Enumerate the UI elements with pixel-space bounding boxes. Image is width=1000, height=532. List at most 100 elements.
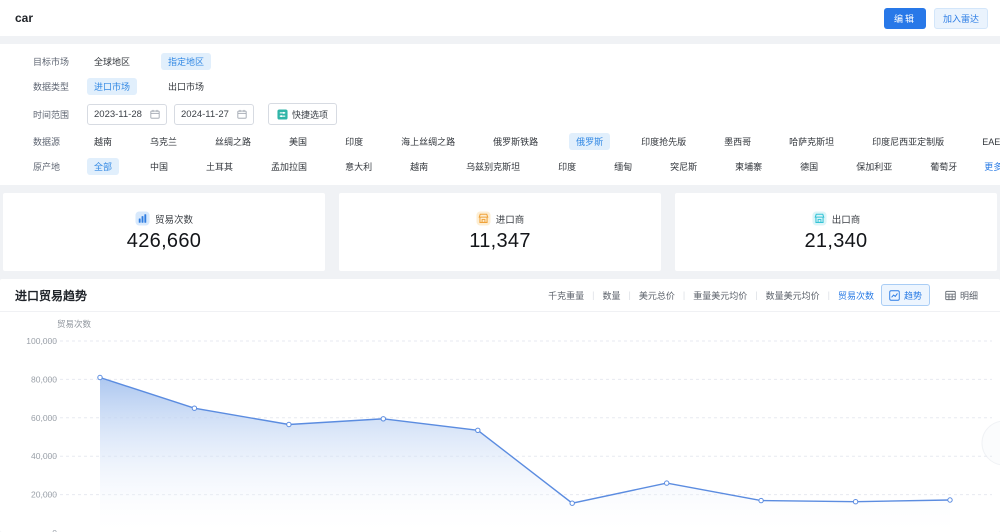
data-point[interactable] (569, 500, 575, 506)
importers-card: 进口商 11,347 (339, 193, 661, 271)
stat-label: 贸易次数 (154, 214, 193, 226)
floating-widget[interactable] (981, 420, 1000, 466)
metric-toggle[interactable]: 美元总价 (639, 289, 675, 302)
data-type-options: 进口市场 出口市场 (87, 78, 211, 95)
data-point[interactable] (664, 480, 670, 486)
area-fill (100, 377, 950, 532)
metric-toggle[interactable]: 千克重量 (548, 289, 584, 302)
filter-option[interactable]: 墨西哥 (717, 133, 758, 150)
filter-option[interactable]: 海上丝绸之路 (394, 133, 462, 150)
filter-option[interactable]: 全球地区 (87, 53, 137, 70)
metric-toggle-bar: 千克重量 | 数量 | 美元总价 | 重量美元均价 | 数量美元均价 | 贸易次数 (548, 289, 874, 302)
top-bar: car 编辑 加入雷达 (0, 0, 1000, 36)
metric-separator: | (827, 290, 830, 300)
y-tick-label: 20,000 (31, 490, 57, 500)
data-source-options: 越南 乌克兰 丝绸之路 美国 印度 海上丝绸之路 俄罗斯铁路 俄罗斯 印度抢先版 墨西哥 哈萨克斯坦… (87, 133, 1000, 150)
data-point[interactable] (191, 405, 198, 411)
filter-option[interactable]: 意大利 (338, 158, 379, 175)
exporters-value: 21,340 (804, 230, 868, 252)
calendar-icon (150, 109, 160, 119)
filter-option[interactable]: 柬埔寨 (728, 158, 769, 175)
filter-option[interactable]: 乌兹别克斯坦 (459, 158, 527, 175)
more-label: 更多 (984, 162, 1000, 172)
y-tick-label: 0 (52, 528, 57, 532)
trades-count-value: 426,660 (126, 230, 202, 252)
end-date-input[interactable]: 2024-11-27 (174, 103, 254, 125)
y-tick-label: 40,000 (31, 451, 57, 461)
origin-options: 全部 中国 土耳其 孟加拉国 意大利 越南 乌兹别克斯坦 印度 缅甸 突尼斯 柬埔寨 德国 保加利亚 葡萄… (87, 158, 964, 175)
data-point[interactable] (286, 421, 292, 428)
filter-option[interactable]: 保加利亚 (849, 158, 899, 175)
metric-toggle[interactable]: 重量美元均价 (693, 289, 747, 302)
filter-option[interactable]: 印度 (551, 158, 583, 175)
metric-separator: | (628, 290, 631, 300)
data-point[interactable] (380, 416, 386, 422)
filter-option[interactable]: 孟加拉国 (264, 158, 314, 175)
chart-controls: 千克重量 | 数量 | 美元总价 | 重量美元均价 | 数量美元均价 | 贸易次数 趋势 明细 (548, 284, 986, 306)
quick-options-icon (277, 108, 288, 120)
data-point[interactable] (852, 499, 859, 505)
quick-options-button[interactable]: 快捷选项 (268, 103, 338, 125)
filter-option[interactable]: 印度抢先版 (634, 133, 693, 150)
filter-option[interactable]: 印度 (338, 133, 370, 150)
filter-option[interactable]: 乌克兰 (143, 133, 184, 150)
bar-chart-icon (135, 211, 150, 226)
start-date-value: 2023-11-28 (94, 108, 142, 120)
trades-count-card: 贸易次数 426,660 (3, 193, 325, 271)
end-date-value: 2024-11-27 (181, 108, 229, 120)
trend-view-button[interactable]: 趋势 (880, 284, 930, 306)
stat-cards: 贸易次数 426,660 进口商 11,347 出口商 21,340 (3, 193, 997, 271)
filter-option[interactable]: 俄罗斯 (569, 133, 611, 150)
detail-view-label: 明细 (959, 290, 978, 301)
origin-row: 原产地 全部 中国 土耳其 孟加拉国 意大利 越南 乌兹别克斯坦 印度 缅甸 突尼斯 柬埔寨 德国 保加… (0, 154, 1000, 179)
filter-option[interactable]: 德国 (793, 158, 825, 175)
page: car 编辑 加入雷达 目标市场 全球地区 指定地区 数据类型 进口市场 出口市场 … (0, 0, 1000, 532)
data-source-row: 数据源 越南 乌克兰 丝绸之路 美国 印度 海上丝绸之路 俄罗斯铁路 俄罗斯 印度抢先版 墨西哥 哈… (0, 129, 1000, 154)
filter-option[interactable]: 缅甸 (607, 158, 639, 175)
data-point[interactable] (758, 497, 764, 504)
target-market-options: 全球地区 指定地区 (87, 53, 212, 70)
filter-option[interactable]: 葡萄牙 (923, 158, 964, 175)
metric-separator: | (755, 290, 758, 300)
metric-separator: | (682, 290, 686, 300)
trend-icon (889, 289, 900, 301)
y-tick-label: 60,000 (31, 413, 57, 423)
filter-option[interactable]: 美国 (282, 133, 314, 150)
data-point[interactable] (475, 427, 481, 434)
exporters-card: 出口商 21,340 (675, 193, 997, 271)
filter-option[interactable]: 出口市场 (161, 78, 211, 95)
filter-option[interactable]: 印度尼西亚定制版 (865, 133, 951, 150)
exporter-store-icon (812, 211, 827, 226)
stat-label: 进口商 (495, 214, 525, 226)
importers-value: 11,347 (469, 230, 531, 252)
filter-option[interactable]: 越南 (403, 158, 435, 175)
metric-toggle[interactable]: 贸易次数 (838, 289, 874, 302)
filter-option[interactable]: 全部 (87, 158, 120, 175)
metric-toggle[interactable]: 数量 (603, 289, 621, 302)
filter-option[interactable]: 突尼斯 (663, 158, 704, 175)
data-type-row: 数据类型 进口市场 出口市场 (0, 74, 1000, 99)
filter-option[interactable]: 指定地区 (161, 53, 212, 70)
data-point[interactable] (947, 497, 953, 503)
filter-option[interactable]: 中国 (143, 158, 175, 175)
time-range-row: 时间范围 2023-11-28 2024-11-27 快捷选项 (0, 99, 1000, 129)
time-range-controls: 2023-11-28 2024-11-27 快捷选项 (87, 103, 338, 125)
filter-panel: 目标市场 全球地区 指定地区 数据类型 进口市场 出口市场 时间范围 2023-11… (0, 44, 1000, 185)
data-point[interactable] (97, 374, 103, 381)
filter-option[interactable]: EAEU(哈萨克斯坦) (975, 133, 1000, 150)
filter-option[interactable]: 哈萨克斯坦 (782, 133, 841, 150)
filter-option[interactable]: 土耳其 (199, 158, 240, 175)
metric-toggle[interactable]: 数量美元均价 (766, 289, 820, 302)
add-radar-button[interactable]: 加入雷达 (933, 7, 988, 29)
filter-option[interactable]: 进口市场 (87, 78, 138, 95)
y-tick-label: 80,000 (31, 374, 57, 384)
trend-chart-card: 进口贸易趋势 千克重量 | 数量 | 美元总价 | 重量美元均价 | 数量美元均价 | 贸易次数 趋… (0, 279, 1000, 532)
filter-option[interactable]: 越南 (87, 133, 119, 150)
start-date-input[interactable]: 2023-11-28 (87, 103, 167, 125)
trend-chart: 020,00040,00060,00080,000100,000贸易次数2023… (26, 319, 1000, 532)
edit-button[interactable]: 编辑 (883, 7, 926, 29)
filter-option[interactable]: 俄罗斯铁路 (486, 133, 545, 150)
detail-view-button[interactable]: 明细 (936, 284, 986, 306)
origin-more-link[interactable]: 更多 (984, 160, 1000, 173)
filter-option[interactable]: 丝绸之路 (208, 133, 258, 150)
